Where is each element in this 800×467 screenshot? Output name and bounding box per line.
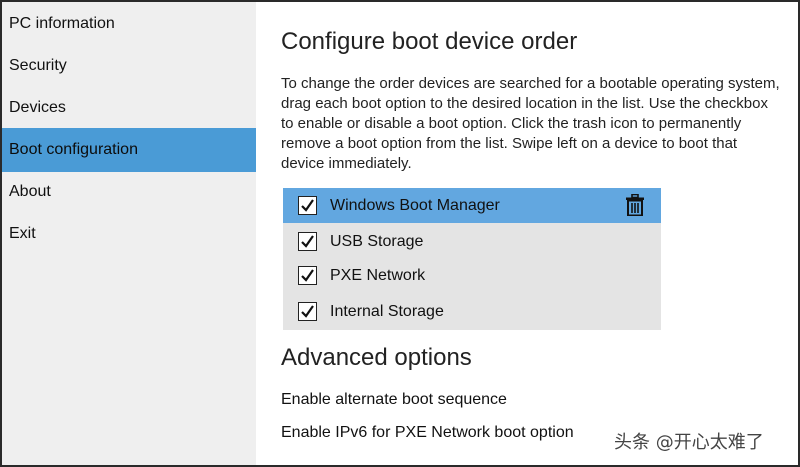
boot-device-label: PXE Network <box>330 267 426 284</box>
checkmark-icon <box>301 199 314 212</box>
sidebar: PC information Security Devices Boot con… <box>2 2 256 465</box>
boot-device-checkbox[interactable] <box>298 302 317 321</box>
page-description: To change the order devices are searched… <box>281 75 780 172</box>
boot-device-label: Internal Storage <box>330 303 444 320</box>
sidebar-item-pc-information[interactable]: PC information <box>2 2 256 46</box>
boot-device-list: Windows Boot Manager USB Storage PXE Net… <box>283 188 661 330</box>
sidebar-item-security[interactable]: Security <box>2 44 256 88</box>
checkmark-icon <box>301 235 314 248</box>
boot-device-row-internal-storage[interactable]: Internal Storage <box>283 294 661 329</box>
checkmark-icon <box>301 305 314 318</box>
boot-device-label: Windows Boot Manager <box>330 197 500 214</box>
boot-device-label: USB Storage <box>330 233 424 250</box>
sidebar-item-about[interactable]: About <box>2 170 256 214</box>
boot-device-checkbox[interactable] <box>298 266 317 285</box>
boot-device-row-usb-storage[interactable]: USB Storage <box>283 224 661 259</box>
boot-device-checkbox[interactable] <box>298 232 317 251</box>
boot-device-row-pxe-network[interactable]: PXE Network <box>283 258 661 293</box>
option-alternate-boot-sequence[interactable]: Enable alternate boot sequence <box>281 391 507 409</box>
boot-device-row-windows-boot-manager[interactable]: Windows Boot Manager <box>283 188 661 223</box>
page-title: Configure boot device order <box>281 28 578 55</box>
checkmark-icon <box>301 269 314 282</box>
boot-device-checkbox[interactable] <box>298 196 317 215</box>
trash-icon[interactable] <box>625 193 645 217</box>
option-ipv6-pxe[interactable]: Enable IPv6 for PXE Network boot option <box>281 424 574 442</box>
sidebar-item-devices[interactable]: Devices <box>2 86 256 130</box>
watermark: 头条 @开心太难了 <box>614 432 764 453</box>
sidebar-item-exit[interactable]: Exit <box>2 212 256 256</box>
advanced-options-heading: Advanced options <box>281 344 472 371</box>
main-panel: Configure boot device order To change th… <box>256 2 798 465</box>
sidebar-item-boot-configuration[interactable]: Boot configuration <box>2 128 256 172</box>
